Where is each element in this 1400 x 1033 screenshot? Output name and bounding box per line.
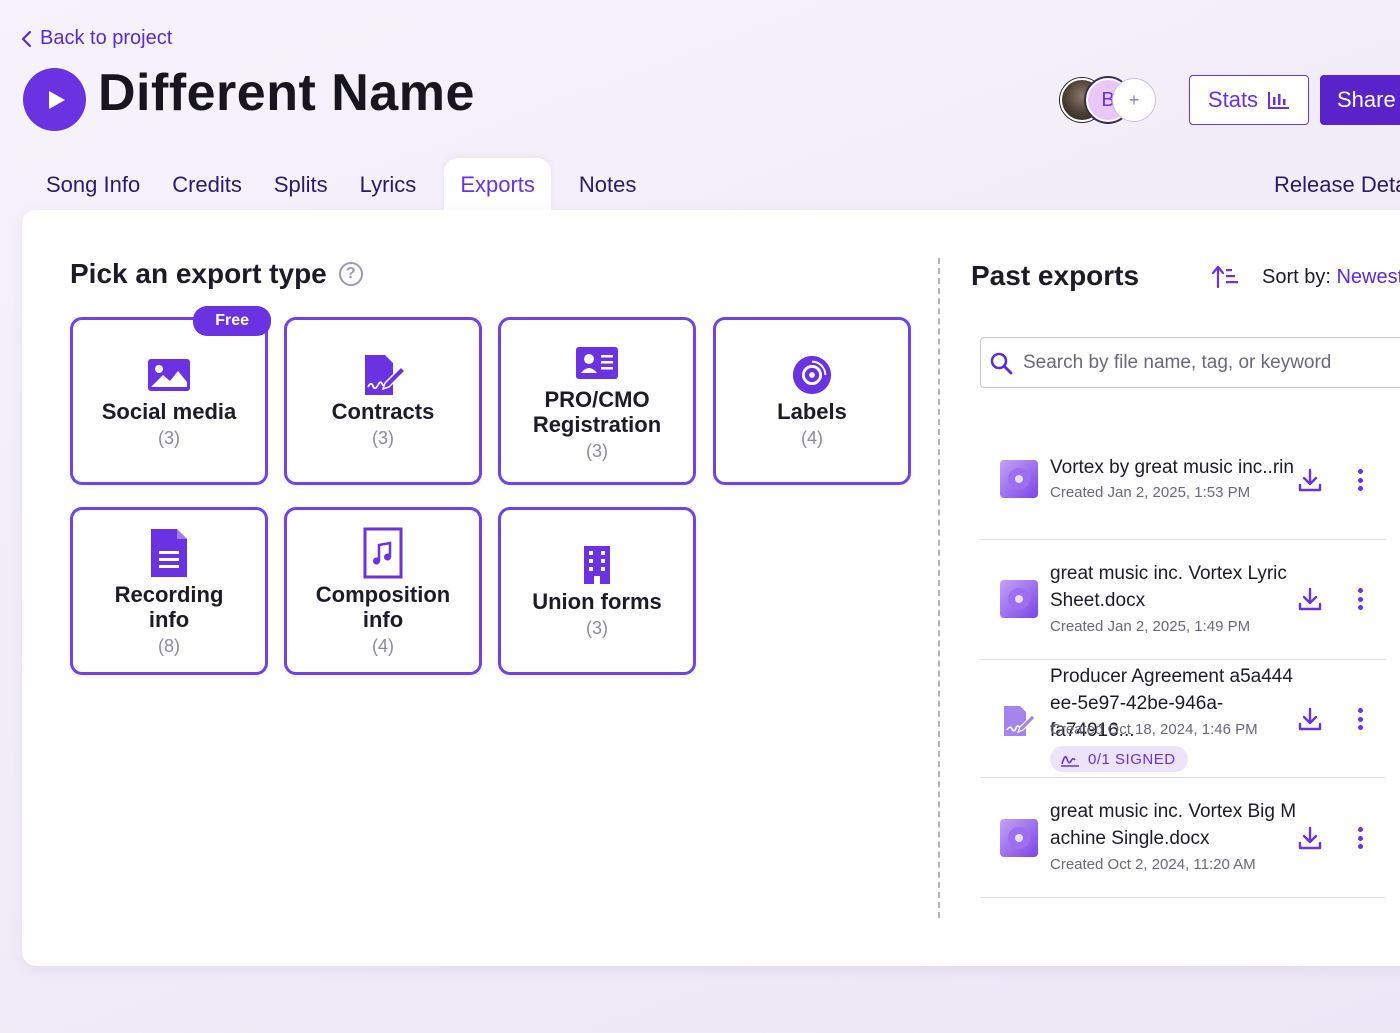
stats-button[interactable]: Stats [1189,75,1309,125]
tab-credits[interactable]: Credits [156,158,258,212]
tab-song-info[interactable]: Song Info [30,158,156,212]
back-to-project-link[interactable]: Back to project [20,27,172,50]
exports-panel: Pick an export type ? Free Social media … [22,210,1400,966]
signature-status-badge: 0/1 SIGNED [1050,746,1188,772]
card-label: PRO/CMO Registration [532,386,662,437]
sort-value: Newest [1336,266,1400,288]
file-name: great music inc. Vortex Lyric Sheet.docx [1050,563,1287,611]
export-card-contracts[interactable]: Contracts (3) [284,317,482,485]
card-count: (3) [586,440,608,461]
audio-file-icon [1000,460,1038,498]
export-type-heading: Pick an export type ? [70,258,363,290]
document-icon [147,526,191,580]
download-icon[interactable] [1298,707,1322,731]
file-date: Created Oct 2, 2024, 11:20 AM [1050,856,1256,873]
export-list-item[interactable]: Vortex by great music inc..rin Created J… [980,432,1386,540]
tab-release-details[interactable]: Release Deta [1274,158,1400,212]
download-icon[interactable] [1298,587,1322,611]
file-date: Created Oct 18, 2024, 1:46 PM [1050,721,1258,738]
more-options-icon[interactable] [1356,588,1364,610]
card-count: (3) [158,428,180,448]
card-count: (4) [372,635,394,656]
play-button[interactable] [23,68,86,131]
file-date: Created Jan 2, 2025, 1:53 PM [1050,484,1251,501]
id-card-icon [575,341,619,385]
more-options-icon[interactable] [1356,827,1364,849]
play-icon [48,90,65,109]
music-file-icon [361,526,405,580]
export-card-pro-cmo-registration[interactable]: PRO/CMO Registration (3) [498,317,696,485]
file-date: Created Jan 2, 2025, 1:49 PM [1050,618,1251,635]
card-count: (3) [372,428,394,448]
stats-button-label: Stats [1207,87,1259,112]
signature-status-label: 0/1 SIGNED [1088,750,1176,768]
file-name: great music inc. Vortex Big M achine Sin… [1050,801,1297,849]
card-label: Social media [101,399,237,424]
more-options-icon[interactable] [1356,469,1364,491]
tab-notes[interactable]: Notes [563,158,652,212]
export-list-item[interactable]: great music inc. Vortex Big M achine Sin… [980,778,1386,898]
download-icon[interactable] [1298,468,1322,492]
sort-icon[interactable] [1212,265,1240,289]
collaborator-avatars[interactable]: B + [1060,78,1156,122]
export-type-title: Pick an export type [70,258,327,289]
export-card-labels[interactable]: Labels (4) [713,317,911,485]
card-label: Recording info [114,581,224,632]
card-count: (3) [586,618,608,638]
tab-bar: Song Info Credits Splits Lyrics Exports … [30,158,652,212]
past-exports-title: Past exports [971,260,1140,291]
help-icon[interactable]: ? [338,262,363,286]
audio-file-icon [1000,580,1038,618]
contract-icon [361,353,405,397]
search-box[interactable] [980,337,1400,388]
contract-icon [1004,706,1036,736]
sort-dropdown[interactable]: Sort by: Newest [1262,266,1400,289]
chevron-left-icon [21,30,32,47]
more-options-icon[interactable] [1356,708,1364,730]
sort-label: Sort by: [1262,266,1331,288]
card-label: Contracts [331,399,435,424]
tab-splits[interactable]: Splits [258,158,344,212]
export-card-union-forms[interactable]: Union forms (3) [498,507,696,675]
card-label: Composition info [315,581,451,632]
tab-exports[interactable]: Exports [444,158,551,212]
bar-chart-icon [1268,92,1290,109]
file-name: Vortex by great music inc..rin [1050,457,1294,478]
card-label: Labels [777,399,847,424]
tab-lyrics[interactable]: Lyrics [344,158,433,212]
image-icon [147,353,191,397]
free-badge: Free [193,306,271,336]
download-icon[interactable] [1298,826,1322,850]
share-button[interactable]: Share [1320,75,1400,125]
card-count: (8) [158,635,180,656]
export-card-recording-info[interactable]: Recording info (8) [70,507,268,675]
back-link-label: Back to project [40,27,173,49]
building-icon [575,543,619,587]
card-count: (4) [801,428,823,448]
add-collaborator-button[interactable]: + [1112,78,1156,122]
export-list-item[interactable]: Producer Agreement a5a444 ee-5e97-42be-9… [980,660,1386,778]
signature-icon [1061,756,1079,767]
export-card-social-media[interactable]: Free Social media (3) [70,306,271,485]
export-card-composition-info[interactable]: Composition info (4) [284,507,482,675]
vinyl-record-icon [790,353,834,397]
search-icon [990,352,1013,374]
search-input[interactable] [1023,351,1400,374]
audio-file-icon [1000,819,1038,857]
page-title: Different Name [98,64,475,122]
export-list-item[interactable]: great music inc. Vortex Lyric Sheet.docx… [980,540,1386,660]
section-divider [938,258,940,918]
card-label: Union forms [532,589,662,614]
